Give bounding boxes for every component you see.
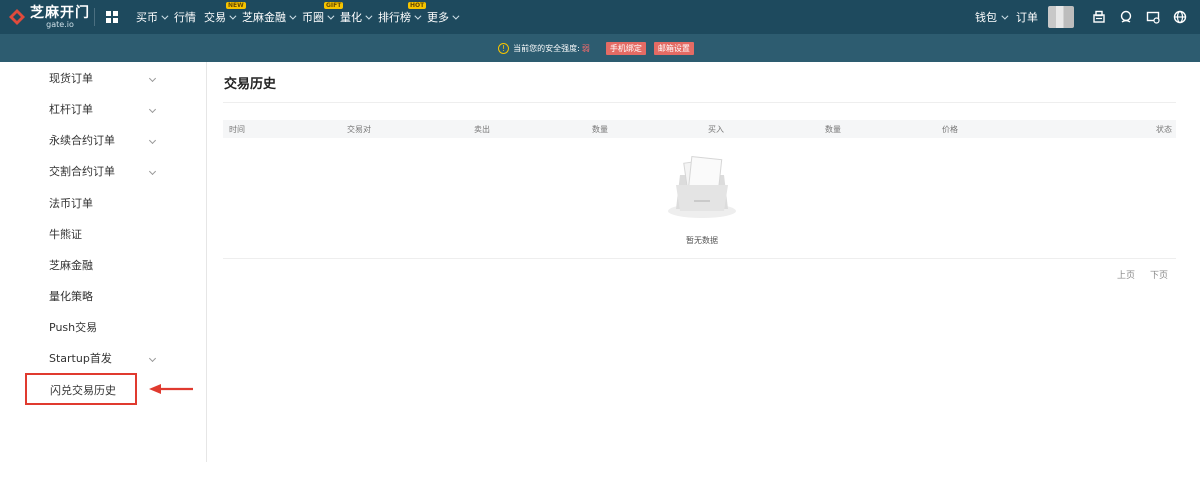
chevron-down-icon — [148, 136, 157, 144]
nav-community[interactable]: 币圈 GIFT — [302, 2, 344, 25]
chevron-down-icon — [148, 105, 157, 113]
chevron-down-icon — [229, 12, 237, 20]
wallet-menu[interactable]: 钱包 — [975, 9, 1009, 25]
column-header-pair: 交易对 — [347, 125, 371, 134]
orders-menu[interactable]: 订单 — [1016, 9, 1038, 25]
sidebar-item-fiat-orders[interactable]: 法币订单 — [49, 193, 169, 213]
sidebar: 现货订单 杠杆订单 永续合约订单 交割合约订单 法币订单 牛熊证 芝麻金融 量化… — [0, 62, 207, 462]
logo[interactable]: 芝麻开门 gate.io — [8, 5, 90, 29]
empty-state-text: 暂无数据 — [686, 236, 718, 245]
sidebar-item-push-trade[interactable]: Push交易 — [49, 317, 169, 337]
nav-rankings[interactable]: 排行榜 HOT — [378, 2, 427, 25]
chevron-down-icon — [365, 12, 373, 20]
divider — [94, 8, 95, 26]
gift-badge: GIFT — [324, 2, 344, 9]
hot-badge: HOT — [408, 2, 427, 9]
bind-phone-button[interactable]: 手机绑定 — [605, 41, 646, 55]
chevron-down-icon — [414, 12, 422, 20]
chevron-down-icon — [1001, 12, 1009, 20]
security-level-value: 弱 — [581, 43, 590, 53]
column-header-status: 状态 — [1156, 125, 1172, 134]
apps-grid-icon[interactable] — [106, 11, 118, 23]
message-icon[interactable] — [1146, 10, 1160, 24]
page-title: 交易历史 — [224, 77, 277, 92]
chevron-down-icon — [161, 12, 169, 20]
prev-page-button[interactable]: 上页 — [1117, 268, 1135, 281]
top-navbar: 芝麻开门 gate.io 买币 行情 交易 NEW 芝麻金融 币圈 GIFT 量… — [0, 0, 1200, 34]
account-nav: 钱包 订单 — [975, 0, 1200, 34]
sidebar-item-perpetual-orders[interactable]: 永续合约订单 — [49, 130, 169, 150]
sidebar-item-margin-orders[interactable]: 杠杆订单 — [49, 99, 169, 119]
column-header-sell-amount: 数量 — [592, 125, 608, 134]
chevron-down-icon — [148, 167, 157, 175]
sidebar-item-startup[interactable]: Startup首发 — [49, 348, 169, 368]
table-header: 时间 交易对 卖出 数量 买入 数量 价格 状态 — [223, 120, 1176, 138]
arrow-left-icon — [149, 384, 193, 394]
support-icon[interactable] — [1119, 10, 1133, 24]
new-badge: NEW — [226, 2, 246, 9]
nav-buy-crypto[interactable]: 买币 — [136, 9, 169, 25]
divider — [223, 102, 1176, 103]
column-header-time: 时间 — [229, 125, 245, 134]
chevron-down-icon — [148, 74, 157, 82]
column-header-buy: 买入 — [708, 125, 724, 134]
security-notice-bar: ! 当前您的安全强度: 弱 手机绑定 邮箱设置 — [0, 34, 1200, 62]
column-header-price: 价格 — [942, 125, 958, 134]
logo-text: 芝麻开门 — [30, 4, 90, 21]
nav-finance[interactable]: 芝麻金融 — [242, 9, 297, 25]
nav-quant[interactable]: 量化 — [340, 9, 373, 25]
nav-more[interactable]: 更多 — [427, 9, 460, 25]
sidebar-item-delivery-orders[interactable]: 交割合约订单 — [49, 161, 169, 181]
sidebar-item-cbbc[interactable]: 牛熊证 — [49, 224, 169, 244]
email-settings-button[interactable]: 邮箱设置 — [653, 41, 694, 55]
chevron-down-icon — [148, 354, 157, 362]
chevron-down-icon — [327, 12, 335, 20]
column-header-buy-amount: 数量 — [825, 125, 841, 134]
nav-markets[interactable]: 行情 — [174, 9, 196, 25]
info-icon: ! — [498, 42, 510, 54]
globe-icon[interactable] — [1173, 10, 1187, 24]
security-level-text: 当前您的安全强度: — [513, 43, 580, 53]
nav-trade[interactable]: 交易 NEW — [204, 2, 246, 25]
sidebar-item-quant[interactable]: 量化策略 — [49, 286, 169, 306]
logo-domain: gate.io — [46, 19, 74, 29]
sidebar-item-finance[interactable]: 芝麻金融 — [49, 255, 169, 275]
sidebar-item-flash-swap-history[interactable]: 闪兑交易历史 — [25, 373, 137, 405]
chevron-down-icon — [289, 12, 297, 20]
sidebar-item-spot-orders[interactable]: 现货订单 — [49, 68, 169, 88]
column-header-sell: 卖出 — [474, 125, 490, 134]
avatar[interactable] — [1048, 6, 1074, 28]
download-icon[interactable] — [1092, 10, 1106, 24]
main-nav: 买币 行情 交易 NEW 芝麻金融 币圈 GIFT 量化 排行榜 HOT 更多 — [136, 0, 465, 34]
chevron-down-icon — [452, 12, 460, 20]
divider — [223, 258, 1176, 259]
empty-box-icon — [668, 155, 736, 218]
next-page-button[interactable]: 下页 — [1150, 268, 1168, 281]
gate-logo-icon — [9, 9, 25, 25]
